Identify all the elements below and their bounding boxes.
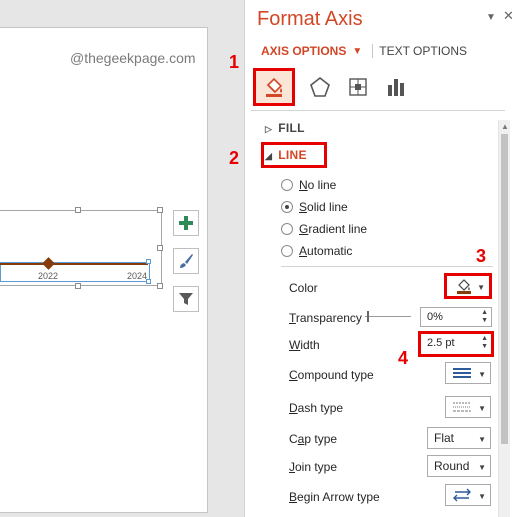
chevron-down-icon: ▼: [478, 435, 486, 444]
chevron-down-icon: ▼: [477, 283, 485, 292]
chevron-down-icon: ▼: [478, 492, 486, 501]
radio-gradient-line[interactable]: Gradient line: [281, 222, 367, 236]
category-icon-row: [251, 66, 511, 106]
axis-handle[interactable]: [146, 259, 151, 264]
paintbrush-icon: [180, 254, 193, 268]
scroll-up-icon[interactable]: ▲: [501, 122, 509, 131]
fill-section-label: FILL: [278, 121, 305, 135]
width-input[interactable]: 2.5 pt ▲ ▼: [418, 331, 494, 357]
horizontal-axis-line[interactable]: [0, 263, 148, 265]
callout-number: 2: [229, 148, 240, 168]
radio-button[interactable]: [281, 179, 293, 191]
close-icon[interactable]: ✕: [503, 8, 514, 24]
chevron-down-icon: ▼: [478, 463, 486, 472]
compound-lines-icon: [453, 368, 471, 378]
effects-tab[interactable]: [303, 70, 337, 104]
transparency-label: Transparency: [289, 311, 362, 325]
watermark-text: @thegeekpage.com: [70, 50, 196, 66]
chart-styles-button[interactable]: [173, 248, 199, 274]
compound-type-dropdown[interactable]: ▼: [445, 362, 491, 384]
radio-button[interactable]: [281, 245, 293, 257]
chevron-down-icon[interactable]: ▼: [352, 46, 362, 57]
size-properties-icon: [349, 78, 367, 96]
pentagon-icon: [310, 76, 330, 97]
dash-type-dropdown[interactable]: ▼: [445, 396, 491, 418]
spinner-arrows-icon[interactable]: ▲ ▼: [481, 309, 488, 325]
chevron-down-icon: ▼: [478, 404, 486, 413]
begin-arrow-type-dropdown[interactable]: ▼: [445, 484, 491, 506]
radio-label: No line: [299, 178, 337, 192]
chart-elements-button[interactable]: [173, 210, 199, 236]
dash-lines-icon: [453, 402, 471, 412]
expand-triangle-icon: ▷: [265, 124, 273, 134]
options-tabs: AXIS OPTIONS ▼ TEXT OPTIONS: [261, 44, 467, 58]
color-label: Color: [289, 281, 318, 295]
radio-button[interactable]: [281, 223, 293, 235]
cap-type-label: Cap type: [289, 432, 338, 446]
line-section-label: LINE: [278, 148, 307, 162]
radio-label: Solid line: [299, 200, 348, 214]
radio-automatic[interactable]: Automatic: [281, 244, 352, 258]
axis-tick-label: 2022: [38, 271, 59, 281]
radio-button-selected[interactable]: [281, 201, 293, 213]
chevron-down-icon: ▼: [478, 370, 486, 379]
arrows-icon: [453, 488, 471, 502]
transparency-input[interactable]: 0% ▲ ▼: [420, 307, 492, 327]
tab-axis-options[interactable]: AXIS OPTIONS: [261, 44, 346, 58]
tab-text-options[interactable]: TEXT OPTIONS: [379, 44, 467, 58]
callout-number: 3: [476, 246, 487, 266]
funnel-icon: [179, 293, 193, 305]
callout-number: 4: [398, 348, 409, 368]
axis-tick-label: 2024: [127, 271, 148, 281]
worksheet-area: @thegeekpage.com 2022 2024: [0, 0, 244, 517]
resize-handle[interactable]: [75, 207, 81, 213]
radio-label: Gradient line: [299, 222, 368, 236]
pane-title: Format Axis: [257, 8, 363, 30]
transparency-slider[interactable]: [365, 316, 411, 317]
fill-section-header[interactable]: ▷ FILL: [265, 121, 305, 135]
divider: [251, 110, 505, 111]
collapse-triangle-icon: ◢: [265, 151, 273, 161]
join-type-select[interactable]: Round ▼: [427, 455, 491, 477]
radio-label: Automatic: [299, 244, 353, 258]
divider: [281, 266, 493, 267]
pane-options-dropdown[interactable]: ▼: [486, 12, 496, 23]
radio-no-line[interactable]: No line: [281, 178, 336, 192]
fill-line-tab[interactable]: [253, 68, 295, 106]
begin-arrow-type-label: Begin Arrow type: [289, 490, 380, 504]
scrollbar[interactable]: ▲: [498, 120, 510, 517]
callout-number: 1: [229, 52, 240, 72]
size-properties-tab[interactable]: [341, 70, 375, 104]
outline-color-button[interactable]: ▼: [444, 273, 492, 299]
axis-options-tab[interactable]: [379, 70, 413, 104]
plus-icon: [179, 216, 193, 230]
scrollbar-thumb[interactable]: [501, 134, 508, 444]
slider-thumb[interactable]: [367, 311, 369, 322]
cap-type-select[interactable]: Flat ▼: [427, 427, 491, 449]
paint-bucket-icon: [266, 77, 283, 97]
line-section-header[interactable]: ◢ LINE: [265, 148, 307, 162]
bar-chart-icon: [388, 79, 404, 96]
width-label: Width: [289, 338, 320, 352]
tab-divider: [372, 44, 374, 58]
compound-type-label: Compound type: [289, 368, 374, 382]
resize-handle[interactable]: [157, 283, 163, 289]
dash-type-label: Dash type: [289, 401, 344, 415]
resize-handle[interactable]: [157, 207, 163, 213]
chart-filters-button[interactable]: [173, 286, 199, 312]
resize-handle[interactable]: [75, 283, 81, 289]
join-type-label: Join type: [289, 460, 338, 474]
radio-solid-line[interactable]: Solid line: [281, 200, 348, 214]
spinner-arrows-icon[interactable]: ▲ ▼: [481, 335, 488, 351]
resize-handle[interactable]: [157, 245, 163, 251]
paint-bucket-icon: [457, 279, 471, 294]
